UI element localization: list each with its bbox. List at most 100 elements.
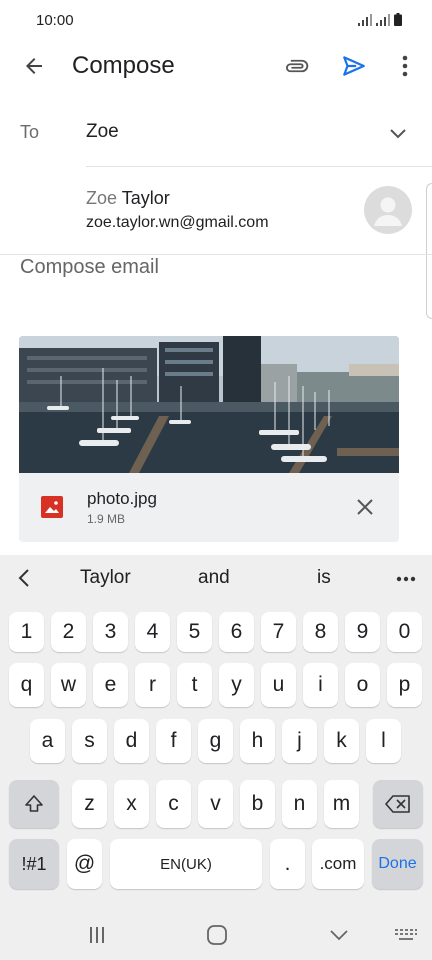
send-icon <box>343 56 365 76</box>
person-icon <box>374 197 402 226</box>
suggestion-name-match: Zoe <box>86 188 118 208</box>
suggestion-word[interactable]: is <box>317 567 331 589</box>
key-k[interactable]: k <box>324 719 359 763</box>
chevron-down-icon <box>390 129 406 139</box>
more-options-button[interactable] <box>390 50 420 82</box>
home-icon <box>207 925 227 945</box>
key-s[interactable]: s <box>72 719 107 763</box>
shift-key[interactable] <box>9 780 59 828</box>
key-c[interactable]: c <box>156 780 191 828</box>
key-0[interactable]: 0 <box>387 612 422 652</box>
back-nav-button[interactable] <box>322 920 356 950</box>
compose-body-field[interactable]: Compose email <box>20 256 159 279</box>
key-2[interactable]: 2 <box>51 612 86 652</box>
key-o[interactable]: o <box>345 663 380 707</box>
backspace-key[interactable] <box>373 780 423 828</box>
paperclip-icon <box>286 59 309 73</box>
signal-icon <box>358 14 372 26</box>
key-5[interactable]: 5 <box>177 612 212 652</box>
more-suggestions-button[interactable] <box>392 567 420 591</box>
suggestion-name-rest: Taylor <box>117 188 170 208</box>
key-z[interactable]: z <box>72 780 107 828</box>
done-key[interactable]: Done <box>372 839 423 889</box>
collapse-suggestions-button[interactable] <box>10 564 38 592</box>
key-n[interactable]: n <box>282 780 317 828</box>
key-1[interactable]: 1 <box>9 612 44 652</box>
suggestion-bar: Taylor and is <box>0 555 432 601</box>
suggestion-word[interactable]: and <box>198 567 230 589</box>
at-key[interactable]: @ <box>67 839 102 889</box>
home-button[interactable] <box>200 920 234 950</box>
key-j[interactable]: j <box>282 719 317 763</box>
symbols-key[interactable]: !#1 <box>9 839 59 889</box>
scroll-indicator <box>426 183 432 319</box>
key-x[interactable]: x <box>114 780 149 828</box>
attachment-card[interactable]: photo.jpg 1.9 MB <box>19 336 399 542</box>
to-field[interactable]: Zoe <box>86 121 119 143</box>
keyboard: Taylor and is 1 2 3 4 5 6 7 8 9 0 q w e … <box>0 555 432 960</box>
suggestion-name: Zoe Taylor <box>86 188 170 209</box>
key-w[interactable]: w <box>51 663 86 707</box>
key-l[interactable]: l <box>366 719 401 763</box>
divider <box>86 166 432 167</box>
key-y[interactable]: y <box>219 663 254 707</box>
suggestion-word[interactable]: Taylor <box>80 567 131 589</box>
key-4[interactable]: 4 <box>135 612 170 652</box>
shift-icon <box>25 795 43 812</box>
dotcom-key[interactable]: .com <box>312 839 364 889</box>
key-d[interactable]: d <box>114 719 149 763</box>
key-b[interactable]: b <box>240 780 275 828</box>
expand-recipients-button[interactable] <box>384 120 412 148</box>
key-8[interactable]: 8 <box>303 612 338 652</box>
more-horiz-icon <box>396 576 416 582</box>
key-g[interactable]: g <box>198 719 233 763</box>
attachment-file-size: 1.9 MB <box>87 512 126 526</box>
contact-suggestion[interactable] <box>0 172 424 252</box>
key-v[interactable]: v <box>198 780 233 828</box>
key-r[interactable]: r <box>135 663 170 707</box>
remove-attachment-button[interactable] <box>351 493 379 521</box>
attachment-file-name: photo.jpg <box>87 489 157 508</box>
attach-button[interactable] <box>282 50 314 82</box>
period-key[interactable]: . <box>270 839 305 889</box>
image-file-icon <box>41 496 63 518</box>
key-q[interactable]: q <box>9 663 44 707</box>
arrow-back-icon <box>26 58 42 74</box>
status-time: 10:00 <box>36 12 74 29</box>
key-6[interactable]: 6 <box>219 612 254 652</box>
key-a[interactable]: a <box>30 719 65 763</box>
key-t[interactable]: t <box>177 663 212 707</box>
chevron-down-icon <box>330 930 348 941</box>
screen: 10:00 Compose To Zoe Zoe Taylor zoe.tayl… <box>0 0 432 960</box>
recents-icon <box>90 927 104 943</box>
more-vert-icon <box>402 55 408 77</box>
key-e[interactable]: e <box>93 663 128 707</box>
chevron-left-icon <box>18 569 29 587</box>
to-label: To <box>20 122 40 142</box>
signal-icon <box>376 14 390 26</box>
key-f[interactable]: f <box>156 719 191 763</box>
space-key[interactable]: EN(UK) <box>110 839 262 889</box>
key-3[interactable]: 3 <box>93 612 128 652</box>
backspace-icon <box>385 795 410 813</box>
avatar <box>364 186 412 234</box>
page-title: Compose <box>72 52 175 79</box>
status-icons <box>358 12 402 26</box>
recent-apps-button[interactable] <box>80 920 114 950</box>
suggestion-email: zoe.taylor.wn@gmail.com <box>86 214 269 231</box>
key-i[interactable]: i <box>303 663 338 707</box>
keyboard-icon <box>395 929 417 940</box>
key-u[interactable]: u <box>261 663 296 707</box>
key-p[interactable]: p <box>387 663 422 707</box>
key-9[interactable]: 9 <box>345 612 380 652</box>
key-7[interactable]: 7 <box>261 612 296 652</box>
key-h[interactable]: h <box>240 719 275 763</box>
close-icon <box>357 499 373 515</box>
photo-preview <box>19 336 399 473</box>
back-button[interactable] <box>18 50 50 82</box>
key-m[interactable]: m <box>324 780 359 828</box>
send-button[interactable] <box>338 50 370 82</box>
battery-icon <box>394 13 402 26</box>
keyboard-toggle-button[interactable] <box>390 922 422 948</box>
navigation-bar <box>0 910 432 960</box>
